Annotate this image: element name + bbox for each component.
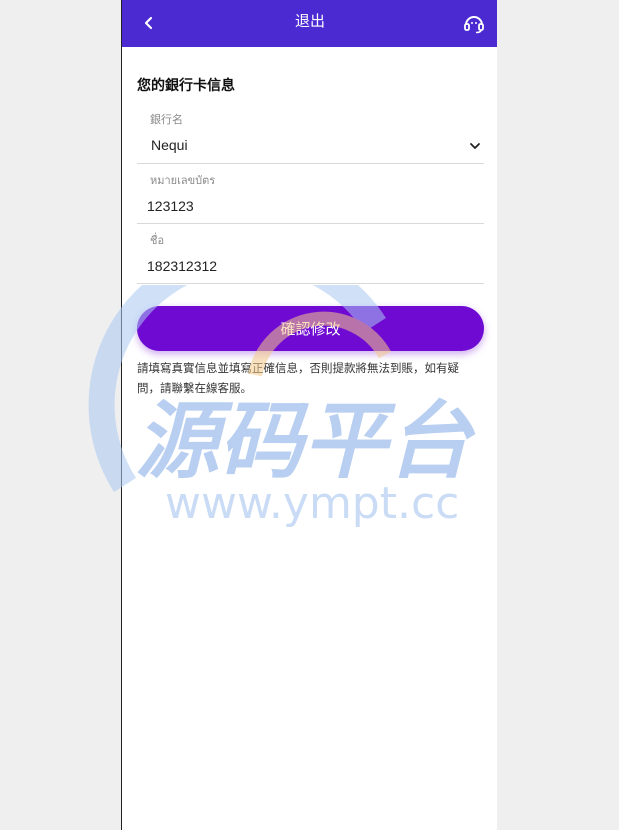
name-field: ชื่อ: [137, 228, 484, 284]
name-input[interactable]: [147, 255, 447, 277]
name-label: ชื่อ: [150, 234, 165, 247]
notice-text: 請填寫真實信息並填寫正確信息，否則提款將無法到賬，如有疑問，請聯繫在線客服。: [137, 361, 459, 395]
chevron-down-icon: [470, 143, 480, 149]
card-number-field: หมายเลขบัตร: [137, 168, 484, 224]
bank-name-value: Nequi: [151, 137, 188, 153]
bank-name-label: 銀行名: [150, 113, 183, 126]
page-title: 退出: [294, 12, 325, 30]
customer-service-button[interactable]: [462, 11, 486, 35]
card-number-input[interactable]: [147, 195, 447, 217]
confirm-button[interactable]: 確認修改: [137, 306, 484, 351]
top-bar: 退出: [122, 0, 497, 47]
section-title: 您的銀行卡信息: [137, 78, 235, 94]
headset-icon: [464, 16, 484, 34]
phone-screen: 退出 您的銀行卡信息 銀行名 Nequi หมายเลขบัตร ชื่อ 確認…: [121, 0, 497, 830]
bank-name-select[interactable]: 銀行名 Nequi: [137, 108, 484, 164]
card-number-label: หมายเลขบัตร: [150, 174, 216, 187]
